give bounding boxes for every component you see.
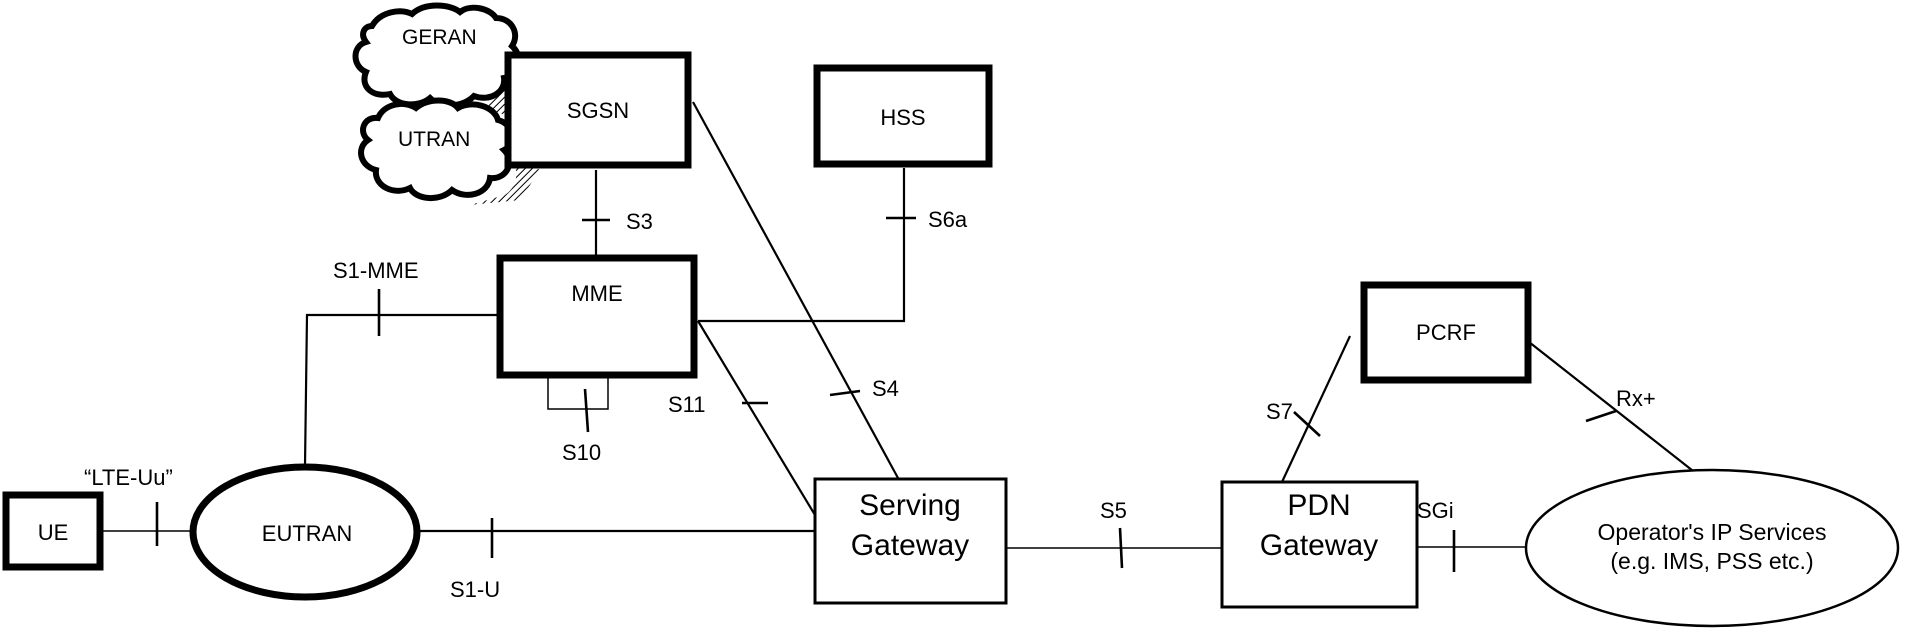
link-s1-mme (303, 313, 497, 467)
eutran-label: EUTRAN (262, 521, 352, 546)
tick-s10 (583, 388, 590, 433)
serving-gateway-node[interactable]: Serving Gateway (813, 477, 1008, 605)
tick-s4 (829, 389, 861, 397)
mme-box (496, 254, 698, 379)
label-s1-mme: S1-MME (333, 258, 419, 283)
serving-gateway-label-line2: Gateway (851, 529, 969, 562)
serving-gateway-label-line1: Serving (859, 489, 961, 522)
mme-label: MME (571, 281, 622, 306)
label-s4: S4 (872, 376, 899, 401)
tick-s5 (1118, 527, 1124, 569)
label-s1-u: S1-U (450, 577, 500, 602)
utran-label: UTRAN (398, 128, 470, 151)
pdn-gateway-label-line2: Gateway (1260, 529, 1378, 562)
pcrf-label: PCRF (1416, 320, 1476, 345)
label-s5: S5 (1100, 498, 1127, 523)
operator-services-label-line2: (e.g. IMS, PSS etc.) (1610, 548, 1813, 574)
label-rx-plus: Rx+ (1616, 386, 1656, 411)
operator-services-node[interactable]: Operator's IP Services (e.g. IMS, PSS et… (1524, 468, 1900, 628)
geran-cloud-shape (352, 2, 522, 109)
label-s6a: S6a (928, 207, 968, 232)
label-s10: S10 (562, 440, 601, 465)
tick-s7 (1293, 411, 1321, 437)
label-s11: S11 (668, 392, 706, 417)
hss-node[interactable]: HSS (813, 64, 993, 168)
link-s10 (547, 377, 609, 410)
geran-label: GERAN (402, 26, 477, 49)
sgsn-label: SGSN (567, 98, 629, 123)
mme-node[interactable]: MME (496, 254, 698, 379)
ue-label: UE (38, 520, 69, 545)
label-lte-uu: “LTE-Uu” (84, 465, 173, 490)
eps-architecture-diagram: GERAN UTRAN SGSN HSS MME PCRF UE EUTRAN … (2, 2, 1900, 628)
eutran-node[interactable]: EUTRAN (189, 463, 421, 601)
hss-label: HSS (880, 105, 925, 130)
label-sgi: SGi (1417, 498, 1454, 523)
ue-node[interactable]: UE (2, 491, 104, 571)
tick-rx-plus (1585, 409, 1617, 423)
label-s3: S3 (626, 209, 653, 234)
pdn-gateway-node[interactable]: PDN Gateway (1220, 480, 1419, 609)
sgsn-node[interactable]: SGSN (504, 51, 692, 169)
label-s7: S7 (1266, 399, 1293, 424)
pdn-gateway-label-line1: PDN (1287, 489, 1350, 522)
pcrf-node[interactable]: PCRF (1360, 281, 1532, 384)
operator-services-label-line1: Operator's IP Services (1598, 519, 1827, 545)
link-s11 (697, 320, 819, 521)
